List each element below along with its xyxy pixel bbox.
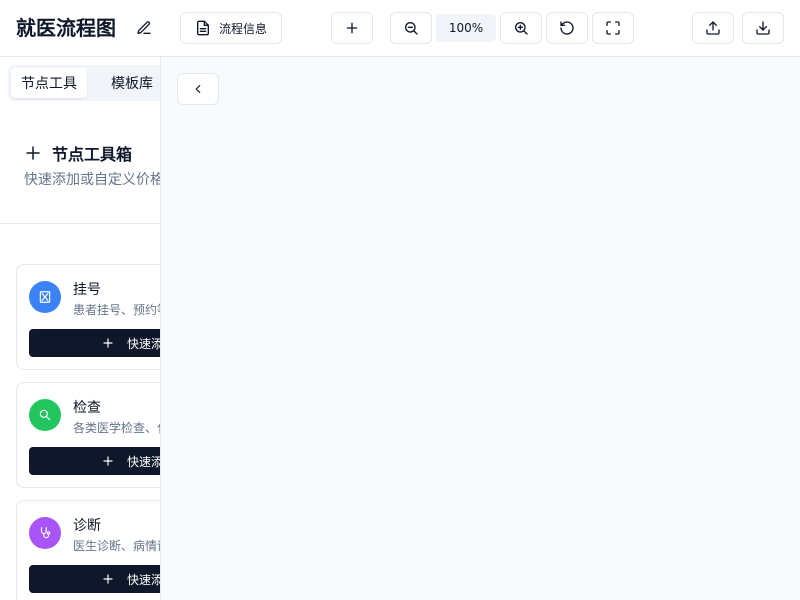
sidebar-tabs: 节点工具 模板库 [8, 65, 160, 101]
zoom-in-icon [515, 22, 528, 35]
flow-info-label: 流程信息 [218, 21, 267, 36]
node-description: 患者挂号、预约等 [73, 303, 161, 317]
zoom-out-button[interactable] [390, 12, 432, 44]
quick-add-button[interactable]: 快速添加 [29, 329, 160, 357]
tab-node-tools[interactable]: 节点工具 [11, 68, 87, 98]
reset-view-button[interactable] [546, 12, 588, 44]
node-description: 医生诊断、病情评估 [73, 539, 160, 553]
node-title: 检查 [73, 400, 101, 416]
quick-add-button[interactable]: 快速添加 [29, 565, 160, 593]
quick-add-label: 快速添加 [127, 454, 160, 469]
flow-info-button[interactable]: 流程信息 [180, 12, 282, 44]
node-card-examination[interactable]: 检查 各类医学检查、化验 快速添加 [16, 382, 160, 488]
node-icon-badge [29, 281, 61, 313]
plus-icon [26, 146, 40, 160]
zoom-level: 100% [436, 14, 496, 42]
rotate-ccw-icon [560, 21, 574, 35]
page-title: 就医流程图 [16, 16, 116, 40]
download-icon [756, 21, 770, 35]
node-icon-badge [29, 399, 61, 431]
zoom-in-button[interactable] [500, 12, 542, 44]
collapse-sidebar-button[interactable] [177, 73, 219, 105]
toolbox-description: 快速添加或自定义价格 [24, 172, 161, 188]
plus-icon [103, 456, 113, 466]
tab-template-library[interactable]: 模板库 [92, 68, 160, 98]
search-icon [39, 409, 51, 421]
toolbox-title-row: 节点工具箱 [24, 141, 132, 165]
quick-add-button[interactable]: 快速添加 [29, 447, 160, 475]
export-button[interactable] [692, 12, 734, 44]
node-title: 诊断 [73, 518, 101, 534]
flow-canvas[interactable] [161, 57, 800, 600]
stethoscope-icon [40, 527, 51, 539]
fullscreen-button[interactable] [592, 12, 634, 44]
quick-add-label: 快速添加 [127, 572, 160, 587]
toolbox-header: 节点工具箱 快速添加或自定义价格 [0, 117, 161, 224]
add-node-button[interactable] [331, 12, 373, 44]
node-card-registration[interactable]: 挂号 患者挂号、预约等 快速添加 [16, 264, 161, 370]
node-description: 各类医学检查、化验 [73, 421, 160, 435]
upload-icon [706, 21, 720, 35]
download-button[interactable] [742, 12, 784, 44]
chevron-left-icon [195, 84, 201, 94]
node-icon-badge [29, 517, 61, 549]
toolbox-title: 节点工具箱 [52, 145, 133, 164]
node-card-diagnosis[interactable]: 诊断 医生诊断、病情评估 快速添加 [16, 500, 160, 600]
plus-icon [346, 22, 358, 34]
sidebar: 节点工具 模板库 节点工具箱 快速添加或自定义价格 挂号 患者挂号、预约等 快速… [0, 57, 161, 600]
plus-icon [103, 338, 113, 348]
node-title: 挂号 [73, 282, 101, 298]
hourglass-icon [39, 291, 51, 303]
quick-add-label: 快速添加 [127, 336, 160, 351]
fullscreen-icon [606, 21, 620, 35]
document-icon [196, 20, 209, 36]
edit-icon [137, 21, 151, 34]
plus-icon [103, 574, 113, 584]
zoom-out-icon [405, 22, 418, 35]
top-toolbar: 就医流程图 流程信息 100% [0, 0, 800, 57]
edit-title-button[interactable] [134, 18, 154, 38]
